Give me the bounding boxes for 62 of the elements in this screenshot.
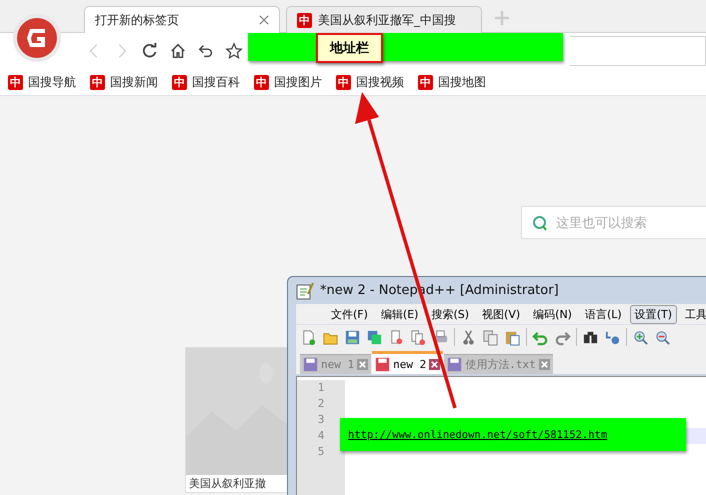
close-all-icon[interactable] — [410, 328, 427, 346]
menu-item[interactable]: 语言(L) — [580, 304, 627, 324]
browser-tab[interactable]: 打开新的标签页 — [84, 6, 280, 33]
bookmark-label: 国搜导航 — [28, 74, 76, 90]
copy-icon[interactable] — [482, 328, 499, 346]
menu-item[interactable]: 设置(T) — [630, 304, 677, 324]
menu-item[interactable]: 视图(V) — [477, 304, 526, 324]
site-logo-icon: 中 — [254, 74, 269, 90]
menu-item[interactable]: 编码(N) — [528, 304, 577, 324]
bookmark-link[interactable]: 中 国搜百科 — [172, 74, 240, 90]
bookmark-label: 国搜图片 — [274, 74, 322, 90]
close-icon[interactable] — [429, 358, 440, 370]
bookmark-link[interactable]: 中 国搜新闻 — [90, 74, 158, 90]
browser-tab[interactable]: 中 美国从叙利亚撤军_中国搜 — [286, 6, 482, 33]
bookmark-label: 国搜新闻 — [110, 74, 158, 90]
news-card[interactable]: 美国从叙利亚撤 — [185, 347, 288, 493]
save-all-icon[interactable] — [366, 328, 383, 346]
site-logo-icon: 中 — [90, 74, 105, 90]
file-name: new 1 — [321, 358, 354, 371]
url-text: http://www.onlinedown.net/soft/581152.htm — [348, 428, 608, 440]
file-name: new 2 — [393, 358, 426, 370]
notepad-icon — [296, 282, 314, 300]
close-icon[interactable] — [538, 359, 550, 370]
tab-title: 打开新的标签页 — [95, 12, 180, 28]
site-logo-icon: 中 — [172, 74, 187, 90]
search-placeholder: 这里也可以搜索 — [556, 214, 647, 232]
close-icon[interactable] — [357, 359, 368, 370]
file-name: 使用方法.txt — [465, 357, 536, 372]
line-number: 5 — [297, 444, 345, 460]
zoom-in-icon[interactable] — [632, 328, 649, 346]
news-headline: 美国从叙利亚撤 — [188, 476, 267, 492]
close-icon[interactable] — [259, 15, 269, 25]
reload-icon — [141, 42, 159, 60]
menu-item[interactable]: 文件(F) — [326, 304, 373, 324]
bookmark-link[interactable]: 中 国搜图片 — [254, 74, 322, 90]
bookmark-label: 国搜视频 — [356, 74, 404, 90]
star-icon — [225, 42, 243, 60]
save-icon[interactable] — [344, 328, 361, 346]
site-logo-icon: 中 — [8, 74, 23, 90]
home-icon — [169, 42, 187, 60]
file-tab[interactable]: new 2 — [372, 351, 444, 374]
tab-title: 美国从叙利亚撤军_中国搜 — [318, 12, 457, 28]
bookmark-link[interactable]: 中 国搜导航 — [8, 74, 76, 90]
undo-icon — [197, 42, 215, 60]
zoom-out-icon[interactable] — [654, 328, 671, 346]
site-logo-icon: 中 — [418, 74, 433, 90]
line-number: 3 — [297, 412, 345, 428]
line-number-gutter — [297, 460, 345, 495]
star-button[interactable] — [224, 41, 244, 61]
site-logo-icon: 中 — [297, 12, 312, 28]
search-icon — [532, 214, 548, 230]
line-number: 2 — [297, 396, 345, 412]
bookmark-label: 国搜地图 — [438, 74, 486, 90]
callout-label: 地址栏 — [316, 33, 383, 63]
site-logo-icon: 中 — [336, 74, 351, 90]
line-number: 1 — [297, 380, 345, 396]
menu-item[interactable]: 搜索(S) — [426, 304, 474, 324]
bookmark-label: 国搜百科 — [192, 74, 240, 90]
bookmark-link[interactable]: 中 国搜视频 — [336, 74, 404, 90]
browser-logo-icon[interactable] — [12, 13, 62, 63]
menu-item[interactable]: 编辑(E) — [376, 304, 424, 324]
bookmark-link[interactable]: 中 国搜地图 — [418, 74, 486, 90]
